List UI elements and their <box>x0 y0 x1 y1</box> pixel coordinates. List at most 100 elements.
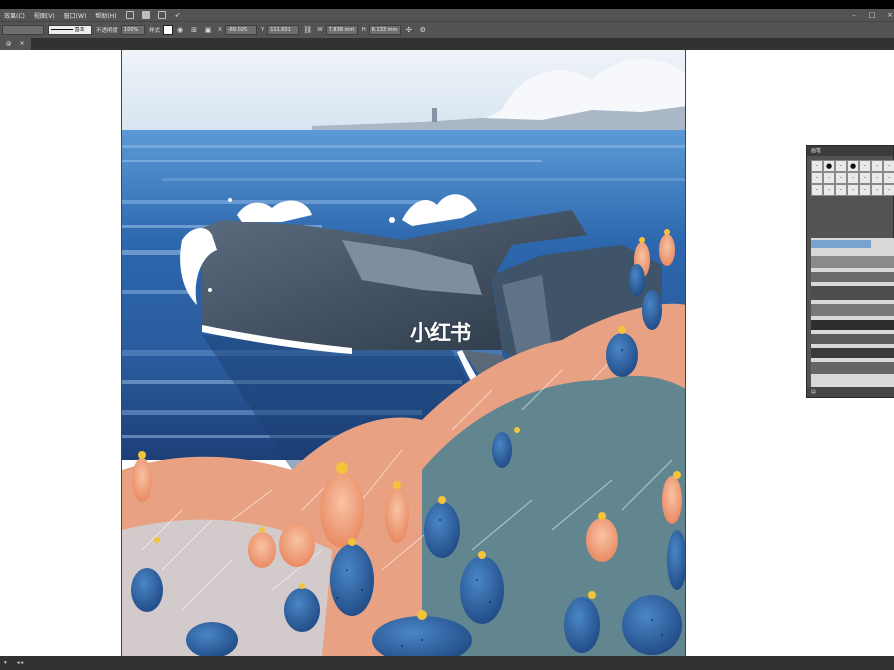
brush-swatch[interactable]: · <box>823 172 835 184</box>
style-label: 样式 <box>149 28 161 34</box>
brush-swatch[interactable]: · <box>871 160 883 172</box>
blue-cactus <box>424 502 460 558</box>
coral-cactus <box>586 518 618 562</box>
blue-cactus <box>284 588 320 632</box>
brush-swatch[interactable]: · <box>811 172 823 184</box>
width-input[interactable]: 7.838 mm <box>325 25 358 35</box>
arrange-documents-icon[interactable] <box>157 11 166 19</box>
stroke-profile-label: 基本 <box>74 27 85 33</box>
brush-library-icon[interactable]: ▤ <box>811 389 816 395</box>
coral-cactus <box>320 472 364 548</box>
menu-help[interactable]: 帮助(H) <box>95 11 116 20</box>
minimize-icon[interactable]: – <box>850 11 858 19</box>
document-tab-bar: @ × <box>0 38 894 50</box>
y-input[interactable]: 111.651 <box>267 25 300 35</box>
recolor-icon[interactable]: ◉ <box>176 26 184 34</box>
brush-stroke <box>811 304 894 316</box>
brush-swatch[interactable]: · <box>883 172 894 184</box>
brush-swatch[interactable]: · <box>847 172 859 184</box>
transform-icon[interactable]: ▣ <box>204 26 212 34</box>
y-label: Y <box>260 27 265 33</box>
x-input[interactable]: -69.025 <box>224 25 257 35</box>
brush-stroke <box>811 256 894 268</box>
brush-stroke <box>811 240 871 248</box>
control-bar: 基本 不透明度 100% 样式 ◉ ⊞ ▣ X -69.025 Y 111.65… <box>0 21 894 38</box>
opacity-label: 不透明度 <box>96 28 119 34</box>
brush-swatch[interactable]: · <box>859 172 871 184</box>
gpu-rocket-icon[interactable]: ➶ <box>174 11 182 19</box>
brush-swatch[interactable]: · <box>823 184 835 196</box>
brush-stroke <box>811 334 894 344</box>
brush-swatch[interactable]: · <box>883 184 894 196</box>
title-bar <box>0 0 894 9</box>
brush-swatch[interactable]: · <box>811 184 823 196</box>
bridge-icon[interactable] <box>125 11 134 19</box>
brush-stroke <box>811 272 894 282</box>
coral-cactus <box>132 458 152 502</box>
opacity-input[interactable]: 100% <box>121 25 146 35</box>
brush-swatch[interactable]: · <box>811 160 823 172</box>
stroke-line-icon <box>51 29 73 30</box>
document-tab-label: @ <box>6 41 12 47</box>
zoom-dropdown-icon[interactable]: ▾ <box>4 660 7 666</box>
brush-swatch[interactable]: ● <box>847 160 859 172</box>
coral-cactus <box>662 476 682 524</box>
coral-cactus <box>659 234 675 266</box>
illustration-artwork[interactable] <box>122 50 686 656</box>
selection-field[interactable] <box>2 25 44 35</box>
artboard-canvas[interactable] <box>121 50 686 656</box>
blue-cactus <box>622 595 682 655</box>
menu-bar: 效果(C) 视图(V) 窗口(W) 帮助(H) ➶ – □ × <box>0 9 894 21</box>
blue-cactus <box>629 264 645 296</box>
w-label: W <box>317 27 323 33</box>
brush-swatch[interactable]: · <box>871 184 883 196</box>
brush-stroke <box>811 320 894 330</box>
brush-swatch[interactable]: · <box>871 172 883 184</box>
graphic-style-swatch[interactable] <box>163 25 174 35</box>
brush-swatch[interactable]: · <box>847 184 859 196</box>
link-proportions-icon[interactable]: ⛓ <box>303 26 312 34</box>
h-label: H <box>361 27 366 33</box>
status-bar: ▾ ◂ ▸ <box>0 656 894 670</box>
blue-cactus <box>492 432 512 468</box>
tab-close-icon[interactable]: × <box>20 38 25 50</box>
brush-stroke <box>811 362 894 374</box>
blue-cactus <box>642 290 662 330</box>
document-tab[interactable]: @ × <box>0 38 31 50</box>
stock-icon[interactable] <box>141 11 150 19</box>
brush-swatch[interactable]: ● <box>823 160 835 172</box>
blue-cactus <box>460 556 504 624</box>
xiaohongshu-watermark: 小红书 <box>410 321 471 345</box>
x-label: X <box>218 27 222 33</box>
brushes-panel[interactable]: 画笔 · ● · ● · · · · · · · · · · · · · · ·… <box>806 145 894 398</box>
coral-cactus <box>279 523 315 567</box>
brush-stroke <box>811 348 894 358</box>
align-icon[interactable]: ⊞ <box>190 26 198 34</box>
brush-swatch[interactable]: · <box>835 184 847 196</box>
coral-cactus <box>385 487 409 543</box>
brush-stroke <box>811 286 894 300</box>
pathfinder-icon[interactable]: ✣ <box>405 26 413 34</box>
menu-effect[interactable]: 效果(C) <box>4 11 25 20</box>
close-icon[interactable]: × <box>886 11 894 19</box>
height-input[interactable]: 6.133 mm <box>368 25 401 35</box>
maximize-icon[interactable]: □ <box>868 11 876 19</box>
brush-swatch[interactable]: · <box>859 160 871 172</box>
stroke-profile-dropdown[interactable]: 基本 <box>48 25 92 35</box>
brushes-panel-title[interactable]: 画笔 <box>807 146 893 156</box>
brushes-panel-footer: ▤ <box>807 387 894 397</box>
brush-swatch[interactable]: · <box>859 184 871 196</box>
brush-stroke-list[interactable] <box>811 238 894 388</box>
blue-cactus <box>131 568 163 612</box>
coral-cactus <box>248 532 276 568</box>
brush-swatch[interactable]: · <box>835 160 847 172</box>
more-options-icon[interactable]: ⚙ <box>419 26 427 34</box>
menu-view[interactable]: 视图(V) <box>34 11 55 20</box>
blue-cactus <box>330 544 374 616</box>
brush-swatch[interactable]: · <box>835 172 847 184</box>
menu-window[interactable]: 窗口(W) <box>64 11 87 20</box>
blue-cactus <box>564 597 600 653</box>
brush-swatch[interactable]: · <box>883 160 894 172</box>
brush-swatch-grid: · ● · ● · · · · · · · · · · · · · · · · … <box>811 160 894 196</box>
artboard-nav-icon[interactable]: ◂ ▸ <box>17 660 24 666</box>
